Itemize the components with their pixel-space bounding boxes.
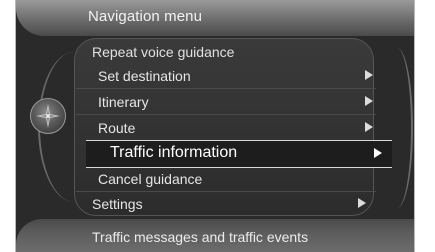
menu-item-traffic-information[interactable]: Traffic information <box>86 140 392 168</box>
triangle-right-icon <box>358 198 366 208</box>
menu-item-label: Route <box>98 120 136 136</box>
infotainment-screen: Navigation menu Repeat voice guidance Se… <box>16 0 414 252</box>
status-description: Traffic messages and traffic events <box>92 229 309 245</box>
menu-item-label: Settings <box>92 196 143 212</box>
screen-bezel-right <box>414 0 435 252</box>
header-bar: Navigation menu <box>16 0 414 36</box>
menu-item-label: Traffic information <box>110 144 238 161</box>
menu-item-route[interactable]: Route <box>80 116 380 140</box>
menu-item-label: Itinerary <box>98 94 149 110</box>
menu-item-settings[interactable]: Settings <box>80 192 380 216</box>
menu-item-label: Cancel guidance <box>98 171 203 187</box>
menu-item-cancel-guidance[interactable]: Cancel guidance <box>80 167 380 191</box>
divider <box>76 88 376 89</box>
footer-bar: Traffic messages and traffic events <box>16 219 414 252</box>
triangle-right-icon <box>365 70 373 80</box>
menu-item-repeat-voice-guidance[interactable]: Repeat voice guidance <box>80 40 380 64</box>
triangle-right-icon <box>365 122 373 132</box>
triangle-right-icon <box>374 148 382 158</box>
menu-item-itinerary[interactable]: Itinerary <box>80 90 380 114</box>
menu-item-set-destination[interactable]: Set destination <box>80 64 380 88</box>
menu-item-label: Repeat voice guidance <box>92 44 235 60</box>
screen-bezel-left <box>0 0 16 252</box>
compass-star-icon <box>30 98 66 134</box>
right-decorative-arc <box>381 48 413 208</box>
divider <box>76 114 376 115</box>
page-title: Navigation menu <box>88 8 203 25</box>
menu-item-label: Set destination <box>98 68 191 84</box>
triangle-right-icon <box>365 96 373 106</box>
